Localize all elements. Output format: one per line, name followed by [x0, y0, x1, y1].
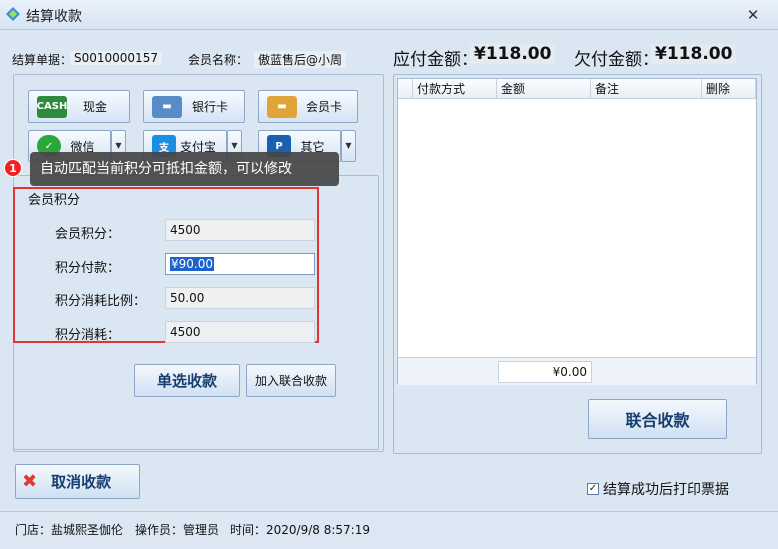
- points-group-title: 会员积分: [28, 193, 81, 208]
- member-card-icon: ▬: [267, 95, 297, 118]
- combined-pay-button[interactable]: 联合收款: [588, 399, 727, 439]
- status-operator: 操作员：管理员: [135, 523, 220, 537]
- payable-amount: ¥118.00: [470, 44, 556, 64]
- grid-total-amount: ¥0.00: [498, 361, 592, 383]
- single-pay-button[interactable]: 单选收款: [134, 364, 240, 397]
- status-store: 门店：盐城熙圣伽伦: [15, 523, 124, 537]
- status-bar: 门店：盐城熙圣伽伦 操作员：管理员 时间：2020/9/8 8:57:19: [0, 511, 778, 549]
- points-payment-input[interactable]: ¥90.00: [165, 253, 315, 275]
- points-consumed-label: 积分消耗：: [55, 328, 121, 343]
- add-combined-pay-button[interactable]: 加入联合收款: [246, 364, 336, 397]
- print-receipt-checkbox[interactable]: ✓: [587, 483, 599, 495]
- member-card-label: 会员卡: [305, 100, 342, 114]
- cancel-pay-label: 取消收款: [51, 473, 112, 491]
- cash-icon: CASH: [37, 95, 67, 118]
- points-payment-label: 积分付款：: [55, 261, 121, 276]
- owed-label: 欠付金额：: [574, 50, 659, 70]
- points-ratio-label: 积分消耗比例：: [55, 294, 147, 309]
- status-time: 时间：2020/9/8 8:57:19: [230, 523, 370, 537]
- member-label: 会员名称：: [188, 53, 249, 67]
- member-card-button[interactable]: ▬ 会员卡: [258, 90, 358, 123]
- bill-number: S0010000157: [70, 51, 162, 65]
- grid-row-header: [398, 79, 413, 99]
- app-diamond-icon: [6, 7, 20, 21]
- cancel-x-icon: ✖: [22, 471, 38, 492]
- close-icon[interactable]: ✕: [744, 6, 762, 24]
- member-name: 傲蓝售后@小周: [254, 51, 347, 68]
- bank-card-button[interactable]: ▬ 银行卡: [143, 90, 245, 123]
- title-bar: 结算收款 ✕: [0, 0, 778, 30]
- other-dropdown-icon[interactable]: ▼: [341, 130, 356, 162]
- payment-grid: 付款方式 金额 备注 删除 ¥0.00: [397, 78, 757, 385]
- tip-number-badge: 1: [4, 159, 22, 177]
- bank-card-icon: ▬: [152, 95, 182, 118]
- owed-amount: ¥118.00: [651, 44, 737, 64]
- cancel-pay-button[interactable]: ✖ 取消收款: [15, 464, 140, 499]
- window-title: 结算收款: [26, 9, 82, 25]
- grid-footer: ¥0.00: [398, 357, 756, 385]
- member-points-label: 会员积分：: [55, 227, 121, 242]
- col-amount[interactable]: 金额: [497, 79, 591, 99]
- points-ratio-value: 50.00: [165, 287, 315, 309]
- tooltip: 自动匹配当前积分可抵扣金额，可以修改: [30, 152, 339, 186]
- col-remark[interactable]: 备注: [591, 79, 702, 99]
- bill-label: 结算单据：: [12, 53, 73, 67]
- points-payment-value: ¥90.00: [170, 257, 214, 271]
- member-points-value: 4500: [165, 219, 315, 241]
- cash-button[interactable]: CASH 现金: [28, 90, 130, 123]
- points-consumed-value: 4500: [165, 321, 315, 343]
- payable-label: 应付金额：: [393, 50, 478, 70]
- bank-card-label: 银行卡: [191, 100, 228, 114]
- print-receipt-label: 结算成功后打印票据: [603, 482, 729, 498]
- col-delete[interactable]: 删除: [702, 79, 756, 99]
- col-payment-method[interactable]: 付款方式: [413, 79, 497, 99]
- cash-label: 现金: [82, 100, 107, 114]
